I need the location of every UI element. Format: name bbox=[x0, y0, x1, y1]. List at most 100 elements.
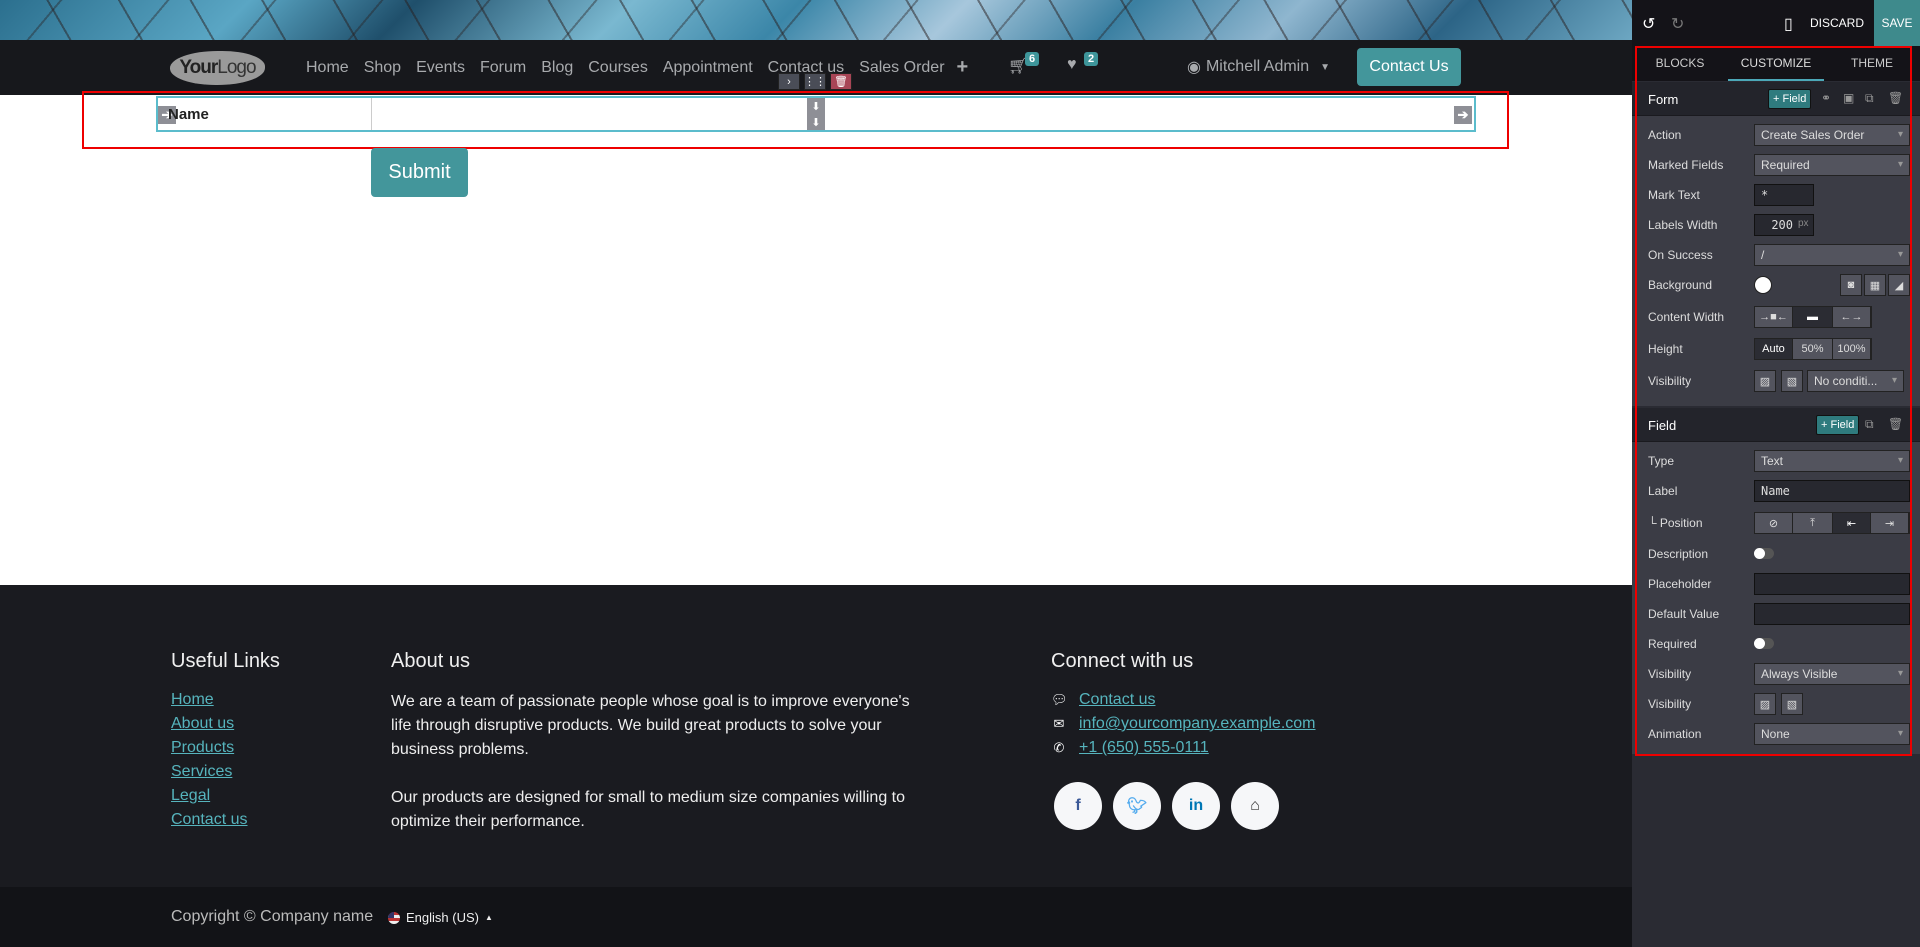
required-label: Required bbox=[1648, 637, 1697, 651]
home-icon[interactable]: ⌂ bbox=[1231, 782, 1279, 830]
gradient-icon[interactable]: ◢ bbox=[1888, 274, 1910, 296]
label-top-icon[interactable]: ⤒ bbox=[1793, 513, 1833, 533]
trash-icon[interactable]: 🗑︎ bbox=[1888, 417, 1903, 431]
field-visibility-row: Visibility Always Visible bbox=[1648, 663, 1910, 685]
hide-mobile-icon[interactable]: ▧ bbox=[1781, 693, 1803, 715]
tab-blocks[interactable]: BLOCKS bbox=[1632, 46, 1728, 81]
action-select[interactable]: Create Sales Order bbox=[1754, 124, 1910, 146]
submit-button[interactable]: Submit bbox=[371, 148, 468, 197]
redo-icon[interactable]: ↻ bbox=[1671, 14, 1684, 34]
duplicate-icon[interactable]: ⧉ bbox=[1865, 417, 1874, 432]
description-toggle[interactable] bbox=[1754, 548, 1774, 559]
form-field-row[interactable]: ➔ Name ⬇ ⬇ ➔ bbox=[156, 96, 1476, 132]
type-select[interactable]: Text bbox=[1754, 450, 1910, 472]
position-row: └ Position ⊘ ⤒ ⇤ ⇥ bbox=[1648, 512, 1910, 534]
trash-icon[interactable]: 🗑︎ bbox=[1888, 91, 1903, 105]
link-icon[interactable]: ⚭ bbox=[1821, 91, 1831, 105]
footer-link-products[interactable]: Products bbox=[171, 738, 247, 757]
nav-events[interactable]: Events bbox=[416, 59, 465, 77]
nav-sales-order[interactable]: Sales Order bbox=[859, 59, 944, 77]
footer-link-legal[interactable]: Legal bbox=[171, 786, 247, 805]
footer-link-home[interactable]: Home bbox=[171, 690, 247, 709]
label-right-icon[interactable]: ⇥ bbox=[1871, 513, 1909, 533]
background-color-swatch[interactable] bbox=[1754, 276, 1772, 294]
hide-desktop-icon[interactable]: ▨ bbox=[1754, 693, 1776, 715]
grid-snippet-button[interactable]: ⋮⋮ bbox=[804, 73, 826, 90]
connect-email-link[interactable]: info@yourcompany.example.com bbox=[1079, 714, 1316, 733]
position-label: └ Position bbox=[1648, 516, 1703, 530]
facebook-icon[interactable]: f bbox=[1054, 782, 1102, 830]
linkedin-icon[interactable]: in bbox=[1172, 782, 1220, 830]
cart-button[interactable]: 🛒︎ 6 bbox=[1008, 52, 1040, 76]
tab-customize[interactable]: CUSTOMIZE bbox=[1728, 46, 1824, 81]
marked-fields-label: Marked Fields bbox=[1648, 158, 1724, 172]
video-icon[interactable]: ▦ bbox=[1864, 274, 1886, 296]
twitter-icon[interactable]: 🐦︎ bbox=[1113, 782, 1161, 830]
default-value-input[interactable] bbox=[1754, 603, 1910, 625]
width-regular-icon[interactable]: ▬ bbox=[1793, 307, 1833, 327]
hide-desktop-icon[interactable]: ▨ bbox=[1754, 370, 1776, 392]
mobile-preview-icon[interactable]: ▯ bbox=[1784, 14, 1793, 34]
height-auto[interactable]: Auto bbox=[1755, 339, 1793, 359]
width-small-icon[interactable]: →■← bbox=[1755, 307, 1793, 327]
label-left-icon[interactable]: ⇤ bbox=[1833, 513, 1871, 533]
arrow-right-icon[interactable]: ➔ bbox=[1454, 106, 1472, 124]
caret-down-icon: ▼ bbox=[1320, 61, 1331, 73]
nav-courses[interactable]: Courses bbox=[588, 59, 648, 77]
height-100[interactable]: 100% bbox=[1833, 339, 1871, 359]
required-toggle[interactable] bbox=[1754, 638, 1774, 649]
delete-snippet-button[interactable]: 🗑 bbox=[830, 73, 852, 90]
logo[interactable]: YourLogo bbox=[170, 51, 265, 85]
duplicate-icon[interactable]: ⧉ bbox=[1865, 91, 1874, 106]
label-input[interactable]: Name bbox=[1754, 480, 1910, 502]
camera-icon[interactable]: ◙ bbox=[1840, 274, 1862, 296]
field-add-field-button[interactable]: + Field bbox=[1816, 415, 1860, 435]
placeholder-input[interactable] bbox=[1754, 573, 1910, 595]
undo-icon[interactable]: ↺ bbox=[1642, 14, 1655, 34]
width-full-icon[interactable]: ←→ bbox=[1833, 307, 1871, 327]
visibility-condition-select[interactable]: No conditi... bbox=[1807, 370, 1904, 392]
footer-link-contact[interactable]: Contact us bbox=[171, 810, 247, 829]
marked-fields-select[interactable]: Required bbox=[1754, 154, 1910, 176]
footer: Useful Links Home About us Products Serv… bbox=[0, 585, 1632, 887]
contact-us-button[interactable]: Contact Us bbox=[1357, 48, 1461, 86]
arrow-down-icon: ⬇ bbox=[811, 100, 821, 113]
footer-link-about[interactable]: About us bbox=[171, 714, 247, 733]
about-text: We are a team of passionate people whose… bbox=[391, 690, 921, 858]
connect-contact-link[interactable]: Contact us bbox=[1079, 690, 1155, 709]
user-menu[interactable]: ◉ Mitchell Admin ▼ bbox=[1187, 57, 1330, 77]
nav-forum[interactable]: Forum bbox=[480, 59, 526, 77]
nav-appointment[interactable]: Appointment bbox=[663, 59, 753, 77]
tab-theme[interactable]: THEME bbox=[1824, 46, 1920, 81]
language-selector[interactable]: English (US) ▲ bbox=[388, 910, 493, 925]
field-label[interactable]: Name bbox=[168, 106, 209, 123]
default-value-label: Default Value bbox=[1648, 607, 1720, 621]
connect-item: 💬︎ Contact us bbox=[1051, 690, 1316, 709]
move-snippet-button[interactable]: › bbox=[778, 73, 800, 90]
content-width-options: →■← ▬ ←→ bbox=[1754, 306, 1872, 328]
field-section-body: Type Text Label Name └ Position ⊘⤒⇤⇥ Descr… bbox=[1632, 442, 1920, 754]
field-section-header: Field + Field ⧉ 🗑︎ bbox=[1632, 408, 1920, 442]
save-icon[interactable]: ▣ bbox=[1843, 91, 1854, 105]
nav-shop[interactable]: Shop bbox=[364, 59, 401, 77]
on-success-select[interactable]: / bbox=[1754, 244, 1910, 266]
discard-button[interactable]: DISCARD bbox=[1810, 16, 1864, 30]
hide-mobile-icon[interactable]: ▧ bbox=[1781, 370, 1803, 392]
mark-text-input[interactable]: * bbox=[1754, 184, 1814, 206]
mark-text-row: Mark Text * bbox=[1648, 184, 1910, 206]
nav-home[interactable]: Home bbox=[306, 59, 349, 77]
animation-label: Animation bbox=[1648, 727, 1702, 741]
save-button[interactable]: SAVE bbox=[1874, 0, 1920, 46]
nav-blog[interactable]: Blog bbox=[541, 59, 573, 77]
wishlist-button[interactable]: ♥ 2 bbox=[1067, 52, 1099, 74]
connect-phone-link[interactable]: +1 (650) 555-0111 bbox=[1079, 738, 1209, 757]
footer-link-services[interactable]: Services bbox=[171, 762, 247, 781]
resize-handle[interactable]: ⬇ ⬇ bbox=[807, 98, 825, 130]
caret-up-icon: ▲ bbox=[484, 913, 493, 922]
add-menu-item-icon[interactable]: + bbox=[957, 56, 969, 79]
field-visibility-select[interactable]: Always Visible bbox=[1754, 663, 1910, 685]
animation-select[interactable]: None bbox=[1754, 723, 1910, 745]
hidden-label-icon[interactable]: ⊘ bbox=[1755, 513, 1793, 533]
form-add-field-button[interactable]: + Field bbox=[1768, 89, 1812, 109]
height-50[interactable]: 50% bbox=[1793, 339, 1833, 359]
